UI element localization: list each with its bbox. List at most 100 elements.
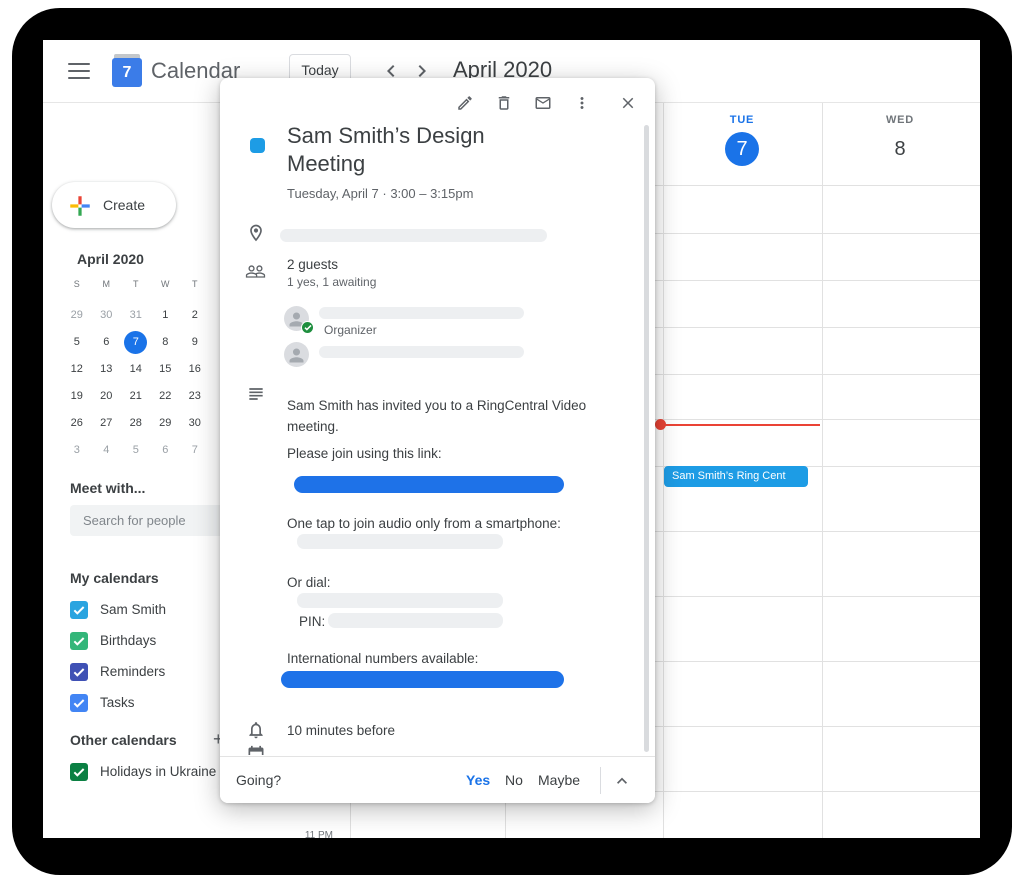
logo-day-number: 7 <box>112 58 142 87</box>
calendar-checkbox-checked[interactable] <box>70 632 88 650</box>
mini-calendar-day[interactable]: 15 <box>151 356 181 383</box>
mini-calendar-day[interactable]: 16 <box>180 356 210 383</box>
calendar-label: Birthdays <box>100 633 156 648</box>
redacted-guest-name <box>319 346 524 358</box>
mini-calendar-day[interactable]: 29 <box>151 410 181 437</box>
calendar-checkbox-checked[interactable] <box>70 763 88 781</box>
popup-scrollbar[interactable] <box>644 125 649 752</box>
redacted-meeting-link[interactable] <box>294 476 564 493</box>
mini-calendar-day[interactable]: 30 <box>180 410 210 437</box>
rsvp-maybe-button[interactable]: Maybe <box>538 772 580 788</box>
mini-calendar-day[interactable]: 20 <box>92 383 122 410</box>
create-button-label: Create <box>103 197 145 213</box>
mini-calendar-day[interactable]: 8 <box>151 329 181 356</box>
pin-label: PIN: <box>299 614 325 629</box>
mini-calendar-day[interactable]: 13 <box>92 356 122 383</box>
mini-calendar-day[interactable]: 6 <box>151 437 181 464</box>
redacted-dial-number <box>297 593 503 608</box>
redacted-location <box>280 229 547 242</box>
mini-calendar-grid: 2930311256789121314151619202122232627282… <box>62 302 210 464</box>
create-button[interactable]: Create <box>52 182 176 228</box>
mini-calendar-day[interactable]: 7 <box>180 437 210 464</box>
more-options-icon[interactable] <box>573 94 591 112</box>
mini-calendar-day[interactable]: 4 <box>92 437 122 464</box>
calendar-checkbox-checked[interactable] <box>70 601 88 619</box>
delete-event-icon[interactable] <box>495 94 513 112</box>
calendar-owner-icon <box>246 745 266 755</box>
calendar-logo-icon[interactable]: 7 <box>112 54 142 87</box>
rsvp-yes-button[interactable]: Yes <box>466 772 490 788</box>
event-color-swatch <box>250 138 265 153</box>
mini-calendar-day[interactable]: 21 <box>121 383 151 410</box>
redacted-intl-numbers-link[interactable] <box>281 671 564 688</box>
other-calendars-heading: Other calendars <box>70 732 177 748</box>
location-pin-icon <box>246 223 266 243</box>
mini-calendar-day[interactable]: 19 <box>62 383 92 410</box>
mini-calendar-day[interactable]: 27 <box>92 410 122 437</box>
calendar-checkbox-checked[interactable] <box>70 694 88 712</box>
event-title: Sam Smith’s Design Meeting <box>287 122 527 178</box>
mini-calendar-weekday: T <box>121 279 151 289</box>
guest-count: 2 guests <box>287 257 338 272</box>
event-chip[interactable]: Sam Smith’s Ring Cent <box>664 466 808 487</box>
popup-footer: Going? Yes No Maybe <box>220 756 655 803</box>
google-plus-icon <box>67 193 93 219</box>
edit-event-icon[interactable] <box>456 94 474 112</box>
mini-calendar-day[interactable]: 26 <box>62 410 92 437</box>
dial-label: Or dial: <box>287 575 331 590</box>
mini-calendar-weekday: S <box>62 279 92 289</box>
email-guests-icon[interactable] <box>534 94 552 112</box>
mini-calendar-day[interactable]: 30 <box>92 302 122 329</box>
main-menu-icon[interactable] <box>68 62 90 80</box>
intl-numbers-label: International numbers available: <box>287 651 478 666</box>
mini-calendar-day[interactable]: 5 <box>62 329 92 356</box>
calendar-label: Sam Smith <box>100 602 166 617</box>
mini-calendar-day[interactable]: 28 <box>121 410 151 437</box>
mini-calendar-weekday-row: SMTWT <box>62 279 210 289</box>
mini-calendar-selected-day[interactable]: 7 <box>121 329 151 356</box>
search-people-input[interactable]: Search for people <box>70 505 230 536</box>
redacted-organizer-name <box>319 307 524 319</box>
guest-status: 1 yes, 1 awaiting <box>287 275 376 289</box>
rsvp-no-button[interactable]: No <box>505 772 523 788</box>
day-number-badge[interactable]: 7 <box>725 132 759 166</box>
mini-calendar-day[interactable]: 3 <box>62 437 92 464</box>
redacted-one-tap-number <box>297 534 503 549</box>
mini-calendar-day[interactable]: 14 <box>121 356 151 383</box>
day-header-wed[interactable]: WED 8 <box>855 114 945 166</box>
calendar-checkbox-checked[interactable] <box>70 663 88 681</box>
calendar-label: Reminders <box>100 664 165 679</box>
search-people-placeholder: Search for people <box>70 505 230 536</box>
mini-calendar-weekday: T <box>180 279 210 289</box>
mini-calendar-day[interactable]: 29 <box>62 302 92 329</box>
close-popup-icon[interactable] <box>619 94 637 112</box>
description-intro: Sam Smith has invited you to a RingCentr… <box>287 395 619 437</box>
calendar-label: Tasks <box>100 695 135 710</box>
mini-calendar-weekday: M <box>92 279 122 289</box>
day-header-tue[interactable]: TUE 7 <box>697 114 787 166</box>
reminder-text: 10 minutes before <box>287 723 395 738</box>
mini-calendar-weekday: W <box>151 279 181 289</box>
day-number[interactable]: 8 <box>883 132 917 166</box>
calendar-label: Holidays in Ukraine <box>100 764 216 779</box>
mini-calendar-title: April 2020 <box>77 251 144 267</box>
going-label: Going? <box>236 772 281 788</box>
collapse-chevron-icon[interactable] <box>612 771 632 791</box>
meet-with-label: Meet with... <box>70 480 145 496</box>
mini-calendar-day[interactable]: 22 <box>151 383 181 410</box>
description-icon <box>246 384 266 404</box>
mini-calendar-day[interactable]: 6 <box>92 329 122 356</box>
mini-calendar-day[interactable]: 1 <box>151 302 181 329</box>
mini-calendar-day[interactable]: 12 <box>62 356 92 383</box>
accepted-check-badge <box>301 321 314 334</box>
mini-calendar-day[interactable]: 2 <box>180 302 210 329</box>
popup-toolbar <box>456 94 637 112</box>
mini-calendar-day[interactable]: 9 <box>180 329 210 356</box>
day-label: WED <box>855 114 945 126</box>
mini-calendar-day[interactable]: 23 <box>180 383 210 410</box>
join-link-label: Please join using this link: <box>287 446 442 461</box>
notification-bell-icon <box>246 720 266 740</box>
calendar-app-window: TUE 7 WED 8 Sam Smith’s Ring Cent 11 PM … <box>43 40 980 838</box>
mini-calendar-day[interactable]: 5 <box>121 437 151 464</box>
mini-calendar-day[interactable]: 31 <box>121 302 151 329</box>
